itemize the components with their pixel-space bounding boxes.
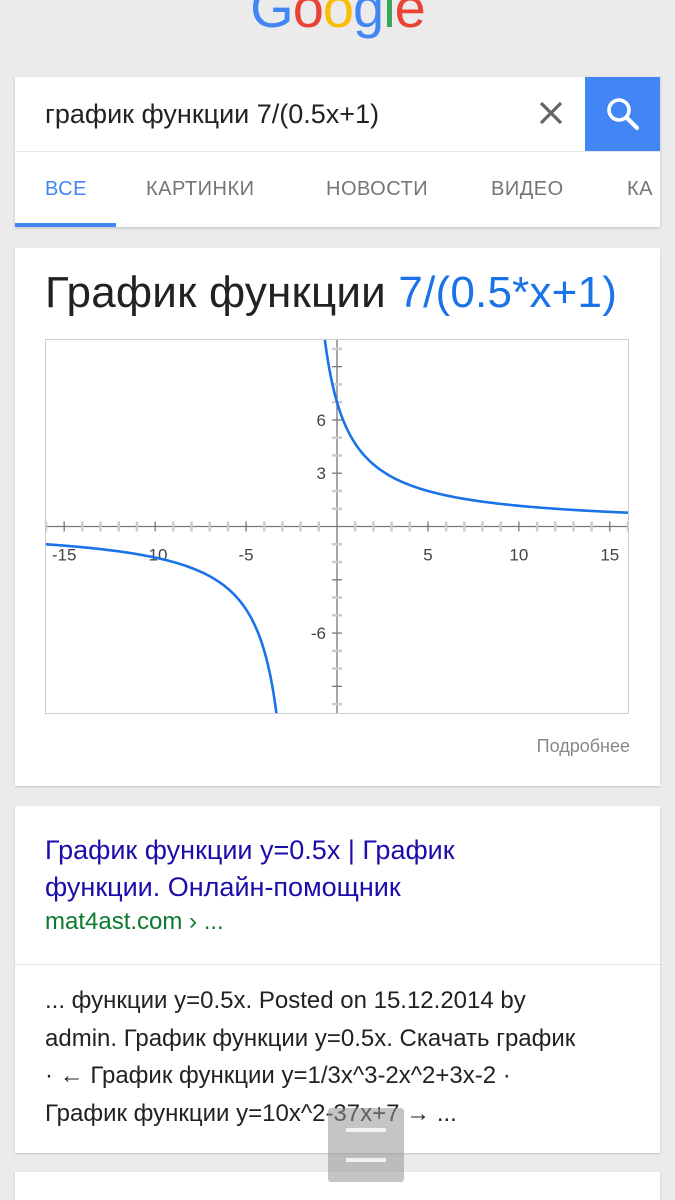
divider [15, 964, 660, 965]
left-branch-curve [45, 542, 292, 750]
logo-letter: o [322, 0, 354, 39]
logo-letter: l [383, 0, 395, 39]
right-branch-curve [305, 303, 629, 514]
search-tabs: ВСЕ КАРТИНКИ НОВОСТИ ВИДЕО КА [15, 152, 660, 227]
result-title-line: График функции y=0.5x | График [45, 835, 455, 865]
logo-letter: g [353, 0, 384, 39]
function-plot[interactable]: -15 -10 -5 5 10 15 6 3 -6 [44, 303, 630, 750]
plot-svg: -15 -10 -5 5 10 1563-6 [44, 303, 630, 750]
search-button[interactable] [585, 77, 660, 151]
snippet-line: ... функции y=0.5x. Posted on 15.12.2014… [45, 987, 526, 1014]
logo-letter: o [292, 0, 324, 39]
search-icon [607, 98, 640, 131]
search-result: График функции y=0.5x | График функции. … [15, 806, 660, 1153]
y-tick-label: 6 [317, 411, 326, 430]
active-tab-indicator [15, 223, 116, 227]
google-logo: Google [0, 0, 675, 38]
snippet-line: admin. График функции y=0.5x. Скачать гр… [45, 1024, 576, 1052]
logo-letter: G [250, 0, 294, 39]
search-input[interactable]: график функции 7/(0.5x+1) [45, 77, 379, 151]
menu-icon [346, 1128, 386, 1132]
graph-title-prefix: График функции [45, 268, 386, 317]
x-tick-label: 5 [423, 546, 432, 565]
x-tick-label: -5 [239, 546, 254, 565]
x-tick-label: 10 [509, 546, 528, 565]
tab-video[interactable]: ВИДЕО [491, 152, 564, 227]
search-box: график функции 7/(0.5x+1) ВСЕ КАРТИНКИ Н… [15, 77, 660, 227]
menu-icon [346, 1158, 386, 1162]
tab-more[interactable]: КА [627, 152, 653, 227]
graph-title-function: 7/(0.5*x+1) [398, 268, 618, 317]
graph-card: График функции 7/(0.5*x+1) -15 -10 -5 5 10 15… [15, 248, 660, 786]
y-tick-label: 3 [317, 464, 326, 483]
more-link[interactable]: Подробнее [537, 736, 630, 757]
x-tick-label: -15 [52, 546, 77, 565]
result-title-line: функции. Онлайн-помощник [45, 872, 401, 902]
graph-title: График функции 7/(0.5*x+1) [45, 268, 617, 318]
snippet-line: · ← График функции y=1/3x^3-2x^2+3x-2 · [45, 1062, 511, 1089]
y-tick-label: -6 [311, 624, 326, 643]
x-tick-label: 15 [600, 546, 619, 565]
logo-letter: e [394, 0, 426, 39]
result-title-link[interactable]: График функции y=0.5x | График функции. … [45, 832, 625, 906]
tab-all[interactable]: ВСЕ [45, 152, 87, 227]
tab-images[interactable]: КАРТИНКИ [146, 152, 255, 227]
menu-button[interactable] [328, 1108, 404, 1182]
result-url[interactable]: mat4ast.com › ... [45, 908, 224, 936]
close-icon[interactable] [533, 95, 569, 131]
tab-news[interactable]: НОВОСТИ [326, 152, 428, 227]
